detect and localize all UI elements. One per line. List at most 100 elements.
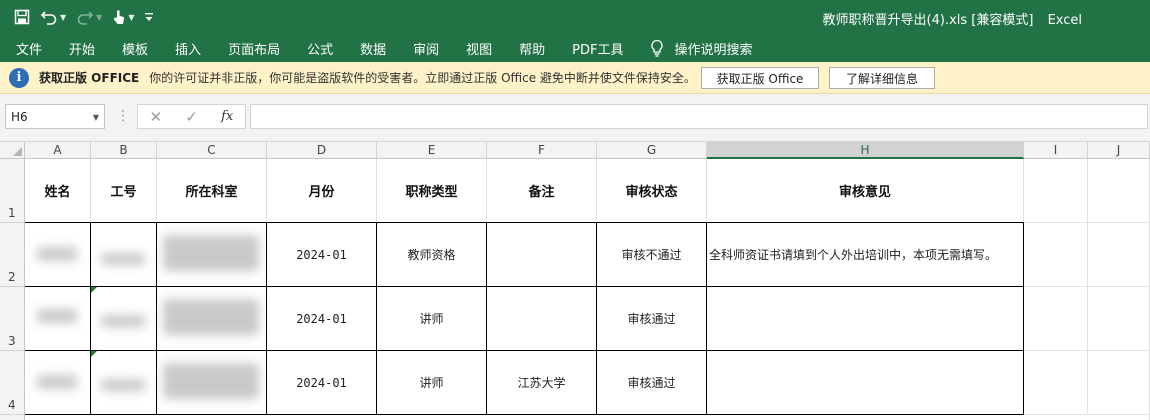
tab-data[interactable]: 数据 — [360, 39, 386, 58]
cell-j4[interactable] — [1088, 351, 1150, 415]
tab-view[interactable]: 视图 — [466, 39, 492, 58]
get-genuine-office-button[interactable]: 获取正版 Office — [701, 67, 819, 89]
cell-g4[interactable]: 审核通过 — [597, 351, 707, 415]
column-header-j[interactable]: J — [1088, 142, 1150, 159]
tab-pdf-tools[interactable]: PDF工具 — [572, 39, 623, 58]
cell-g2[interactable]: 审核不通过 — [597, 223, 707, 287]
column-header-a[interactable]: A — [25, 142, 91, 159]
cell-c1[interactable]: 所在科室 — [157, 159, 267, 223]
row-header-5[interactable]: 5 — [0, 415, 25, 420]
cell-f2[interactable] — [487, 223, 597, 287]
redacted-name — [37, 247, 77, 261]
cell-g3[interactable]: 审核通过 — [597, 287, 707, 351]
touch-mode-dropdown-icon[interactable]: ▼ — [128, 13, 134, 22]
error-indicator-icon — [91, 351, 97, 357]
column-header-f[interactable]: F — [487, 142, 597, 159]
cell-a3[interactable] — [25, 287, 91, 351]
redacted-department — [163, 299, 259, 335]
cell-j1[interactable] — [1088, 159, 1150, 223]
table-border — [1023, 222, 1024, 415]
tell-me-search[interactable]: 操作说明搜索 — [650, 39, 753, 58]
cell-i3[interactable] — [1024, 287, 1088, 351]
cancel-icon[interactable]: ✕ — [138, 108, 174, 126]
name-box-dropdown-icon[interactable]: ▼ — [93, 113, 99, 122]
column-header-e[interactable]: E — [377, 142, 487, 159]
row-header-3[interactable]: 3 — [0, 287, 25, 351]
cell-j2[interactable] — [1088, 223, 1150, 287]
cell-d4[interactable]: 2024-01 — [267, 351, 377, 415]
redacted-staff-id — [101, 379, 145, 391]
app-name: Excel — [1047, 13, 1082, 28]
tab-review[interactable]: 审阅 — [413, 39, 439, 58]
save-icon[interactable] — [10, 4, 34, 30]
cell-e1[interactable]: 职称类型 — [377, 159, 487, 223]
column-header-b[interactable]: B — [91, 142, 157, 159]
row-header-4[interactable]: 4 — [0, 351, 25, 415]
cell-h2[interactable]: 全科师资证书请填到个人外出培训中，本项无需填写。 — [707, 223, 1024, 287]
table-border — [25, 350, 1024, 351]
cell-h3[interactable] — [707, 287, 1024, 351]
cell-b4[interactable] — [91, 351, 157, 415]
tab-template[interactable]: 模板 — [122, 39, 148, 58]
select-all-button[interactable] — [0, 142, 25, 159]
tab-file[interactable]: 文件 — [16, 39, 42, 58]
name-box[interactable]: H6 ▼ — [5, 104, 105, 129]
undo-dropdown-icon[interactable]: ▼ — [60, 13, 66, 22]
cell-b1[interactable]: 工号 — [91, 159, 157, 223]
cell-j3[interactable] — [1088, 287, 1150, 351]
cell-e4[interactable]: 讲师 — [377, 351, 487, 415]
cell-h1[interactable]: 审核意见 — [707, 159, 1024, 223]
cell-f4[interactable]: 江苏大学 — [487, 351, 597, 415]
cell-a2[interactable] — [25, 223, 91, 287]
cell-c3[interactable] — [157, 287, 267, 351]
redacted-department — [163, 235, 259, 271]
tab-insert[interactable]: 插入 — [175, 39, 201, 58]
row-header-2[interactable]: 2 — [0, 223, 25, 287]
touch-mode-icon[interactable]: ▼ — [108, 4, 138, 30]
cell-i4[interactable] — [1024, 351, 1088, 415]
table-border — [25, 222, 1024, 223]
lightbulb-icon — [651, 39, 664, 57]
cell-c4[interactable] — [157, 351, 267, 415]
cell-i2[interactable] — [1024, 223, 1088, 287]
redo-dropdown-icon[interactable]: ▼ — [96, 13, 102, 22]
redo-icon[interactable]: ▼ — [72, 4, 106, 30]
table-border — [25, 286, 1024, 287]
cell-e2[interactable]: 教师资格 — [377, 223, 487, 287]
cell-b2[interactable] — [91, 223, 157, 287]
cell-h4[interactable] — [707, 351, 1024, 415]
row-5-cells[interactable] — [25, 415, 1150, 420]
name-box-value: H6 — [11, 109, 28, 124]
tab-home[interactable]: 开始 — [69, 39, 95, 58]
cell-f3[interactable] — [487, 287, 597, 351]
formula-bar-grip-icon[interactable]: ⋮ — [116, 108, 130, 124]
cell-c2[interactable] — [157, 223, 267, 287]
row-header-1[interactable]: 1 — [0, 159, 25, 223]
column-header-g[interactable]: G — [597, 142, 707, 159]
column-header-h[interactable]: H — [707, 142, 1024, 159]
cell-f1[interactable]: 备注 — [487, 159, 597, 223]
cell-i1[interactable] — [1024, 159, 1088, 223]
enter-icon[interactable]: ✓ — [174, 108, 210, 126]
cell-e3[interactable]: 讲师 — [377, 287, 487, 351]
undo-icon[interactable]: ▼ — [36, 4, 70, 30]
tab-help[interactable]: 帮助 — [519, 39, 545, 58]
tab-page-layout[interactable]: 页面布局 — [228, 39, 280, 58]
column-header-c[interactable]: C — [157, 142, 267, 159]
cell-d2[interactable]: 2024-01 — [267, 223, 377, 287]
formula-input[interactable] — [250, 104, 1148, 129]
customize-qat-icon[interactable] — [140, 4, 158, 30]
table-border — [376, 222, 377, 415]
cell-d1[interactable]: 月份 — [267, 159, 377, 223]
insert-function-icon[interactable]: fx — [209, 109, 245, 124]
column-header-i[interactable]: I — [1024, 142, 1088, 159]
cell-d3[interactable]: 2024-01 — [267, 287, 377, 351]
cell-a1[interactable]: 姓名 — [25, 159, 91, 223]
formula-bar: H6 ▼ ⋮ ✕ ✓ fx — [0, 94, 1150, 142]
cell-a4[interactable] — [25, 351, 91, 415]
column-header-d[interactable]: D — [267, 142, 377, 159]
cell-b3[interactable] — [91, 287, 157, 351]
learn-more-button[interactable]: 了解详细信息 — [829, 67, 935, 89]
tab-formulas[interactable]: 公式 — [307, 39, 333, 58]
cell-g1[interactable]: 审核状态 — [597, 159, 707, 223]
